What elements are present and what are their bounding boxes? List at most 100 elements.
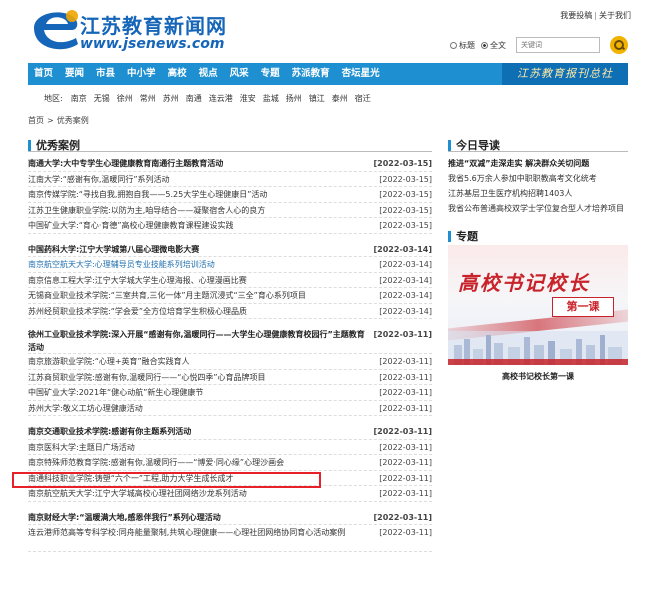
- radio-title[interactable]: 标题: [450, 40, 475, 51]
- case-title[interactable]: 连云港师范高等专科学校:同舟能量聚制,共筑心理健康——心理社团网络协同育心活动案…: [28, 526, 372, 539]
- case-row[interactable]: 无锡商业职业技术学院:“三室共育,三化一体”月主题沉浸式“三全”育心系列项目 [2…: [28, 288, 432, 304]
- case-date: [2022-03-14]: [379, 306, 432, 316]
- case-row[interactable]: 南京特殊师范教育学院:感谢有你,温暖同行——“博爱·同心缘”心理沙画会 [2022…: [28, 455, 432, 471]
- case-group: 南通大学:大中专学生心理健康教育南通行主题教育活动 [2022-03-15] 江南大…: [28, 156, 432, 234]
- case-group-head[interactable]: 南通大学:大中专学生心理健康教育南通行主题教育活动 [2022-03-15]: [28, 156, 432, 172]
- case-title[interactable]: 南京特殊师范教育学院:感谢有你,温暖同行——“博爱·同心缘”心理沙画会: [28, 455, 372, 471]
- nav-item-schools[interactable]: 中小学: [121, 63, 162, 85]
- case-title[interactable]: 南京医科大学:主题日广场活动: [28, 440, 372, 456]
- nav-item-viewpoint[interactable]: 视点: [193, 63, 224, 85]
- case-row[interactable]: 南京信息工程大学:江宁大学城大学生心理海报、心理漫画比赛 [2022-03-14]: [28, 273, 432, 289]
- region-link[interactable]: 泰州: [332, 93, 348, 104]
- case-title[interactable]: 江南大学:“感谢有你,温暖同行”系列活动: [28, 172, 372, 188]
- section-marker: [448, 139, 451, 151]
- case-group: 南京交通职业技术学院:感谢有你主题系列活动 [2022-03-11] 南京医科大学:…: [28, 424, 432, 502]
- region-link[interactable]: 镇江: [309, 93, 325, 104]
- nav-item-universities[interactable]: 高校: [162, 63, 193, 85]
- section-marker: [448, 230, 451, 242]
- contribute-link[interactable]: 我要投稿: [560, 11, 592, 20]
- case-date: [2022-03-11]: [379, 528, 432, 537]
- today-news-item[interactable]: 我省公布普通高校双学士学位复合型人才培养项目: [448, 201, 628, 216]
- today-news-item[interactable]: 江苏基层卫生医疗机构招聘1403人: [448, 186, 628, 201]
- case-title[interactable]: 江苏卫生健康职业学院:以防为主,咱导结合——凝聚宿舍人心的良方: [28, 203, 372, 219]
- case-row[interactable]: 中国矿业大学:“育心·育德”高校心理健康教育课程建设实践 [2022-03-15]: [28, 218, 432, 234]
- site-header: 江苏教育新闻网 www.jsenews.com 我要投稿 | 关于我们 标题 全文: [0, 0, 653, 60]
- case-date: [2022-03-14]: [373, 244, 432, 254]
- case-title[interactable]: 南京财经大学:“温暖满大地,感恩伴我行”系列心理活动: [28, 510, 372, 526]
- site-logo-icon[interactable]: [28, 6, 84, 54]
- radio-dot[interactable]: [481, 41, 488, 49]
- case-row[interactable]: 中国矿业大学:2021年“健心动航”新生心理健康节 [2022-03-11]: [28, 385, 432, 401]
- case-title[interactable]: 南京信息工程大学:江宁大学城大学生心理海报、心理漫画比赛: [28, 273, 372, 289]
- nav-item-style[interactable]: 风采: [224, 63, 255, 85]
- case-group-head[interactable]: 徐州工业职业技术学院:深入开展“感谢有你,温暖同行——大学生心理健康教育校园行”…: [28, 327, 432, 354]
- case-title[interactable]: 南京旅游职业学院:“心理+英育”融合实践育人: [28, 354, 372, 370]
- case-date: [2022-03-11]: [379, 403, 432, 413]
- separator: |: [594, 11, 597, 20]
- about-link[interactable]: 关于我们: [599, 11, 631, 20]
- region-link[interactable]: 苏州: [163, 93, 179, 104]
- special-image[interactable]: 高校书记校长 第一课: [448, 245, 628, 365]
- site-name[interactable]: 江苏教育新闻网: [80, 10, 227, 39]
- case-title[interactable]: 苏州大学:敬义工坊心理健康活动: [28, 401, 372, 417]
- nav-item-cities[interactable]: 市县: [90, 63, 121, 85]
- case-row[interactable]: 苏州经贸职业技术学院:“学会爱”全方位培育学生积极心理品质 [2022-03-14…: [28, 304, 432, 320]
- case-row[interactable]: 江苏卫生健康职业学院:以防为主,咱导结合——凝聚宿舍人心的良方 [2022-03-…: [28, 203, 432, 219]
- special-image-title: 高校书记校长: [458, 271, 590, 295]
- nav-item-news[interactable]: 要闻: [59, 63, 90, 85]
- case-title[interactable]: 南京航空航天大学:心理辅导员专业技能系列培训活动: [28, 257, 372, 273]
- case-group-head[interactable]: 南京财经大学:“温暖满大地,感恩伴我行”系列心理活动 [2022-03-11]: [28, 510, 432, 526]
- region-link[interactable]: 无锡: [94, 93, 110, 104]
- search-input[interactable]: [516, 37, 600, 53]
- case-row[interactable]: 南京传媒学院:“寻找自我,拥抱自我——5.25大学生心理健康日”活动 [2022-…: [28, 187, 432, 203]
- region-link[interactable]: 淮安: [240, 93, 256, 104]
- region-link[interactable]: 扬州: [286, 93, 302, 104]
- case-row[interactable]: 苏州大学:敬义工坊心理健康活动 [2022-03-11]: [28, 401, 432, 417]
- radio-dot[interactable]: [450, 41, 457, 49]
- case-row[interactable]: 南京旅游职业学院:“心理+英育”融合实践育人 [2022-03-11]: [28, 354, 432, 370]
- case-title[interactable]: 无锡商业职业技术学院:“三室共育,三化一体”月主题沉浸式“三全”育心系列项目: [28, 288, 372, 304]
- case-row[interactable]: 南京航空航天大学:心理辅导员专业技能系列培训活动 [2022-03-14]: [28, 257, 432, 273]
- nav-item-topics[interactable]: 专题: [255, 63, 286, 85]
- case-title[interactable]: 江苏商贸职业学院:感谢有你,温暖同行——“心悦四季”心育品牌项目: [28, 370, 372, 386]
- case-group-head[interactable]: 南京交通职业技术学院:感谢有你主题系列活动 [2022-03-11]: [28, 424, 432, 440]
- case-group-head[interactable]: 中国药科大学:江宁大学城第八届心理微电影大赛 [2022-03-14]: [28, 242, 432, 258]
- case-row[interactable]: 南京航空航天大学:江宁大学城高校心理社团网络沙龙系列活动 [2022-03-11]: [28, 486, 432, 502]
- region-link[interactable]: 常州: [140, 93, 156, 104]
- breadcrumb-home[interactable]: 首页: [28, 116, 44, 125]
- case-row[interactable]: 江南大学:“感谢有你,温暖同行”系列活动 [2022-03-15]: [28, 172, 432, 188]
- nav-item-stars[interactable]: 杏坛星光: [336, 63, 386, 85]
- special-caption[interactable]: 高校书记校长第一课: [448, 371, 628, 382]
- nav-item-home[interactable]: 首页: [28, 63, 59, 85]
- region-link[interactable]: 宿迁: [355, 93, 371, 104]
- case-row[interactable]: 江苏商贸职业学院:感谢有你,温暖同行——“心悦四季”心育品牌项目 [2022-03…: [28, 370, 432, 386]
- case-title[interactable]: 南通大学:大中专学生心理健康教育南通行主题教育活动: [28, 156, 372, 172]
- radio-full[interactable]: 全文: [481, 40, 506, 51]
- separator: >: [47, 116, 54, 125]
- region-link[interactable]: 徐州: [117, 93, 133, 104]
- site-url[interactable]: www.jsenews.com: [80, 36, 224, 52]
- case-date: [2022-03-15]: [373, 159, 432, 168]
- case-title[interactable]: 中国矿业大学:2021年“健心动航”新生心理健康节: [28, 385, 372, 401]
- region-link[interactable]: 连云港: [209, 93, 233, 104]
- case-title[interactable]: 徐州工业职业技术学院:深入开展“感谢有你,温暖同行——大学生心理健康教育校园行”…: [28, 328, 372, 354]
- case-date: [2022-03-14]: [379, 260, 432, 269]
- case-title[interactable]: 中国药科大学:江宁大学城第八届心理微电影大赛: [28, 242, 372, 258]
- region-link[interactable]: 南京: [71, 93, 87, 104]
- today-news-item[interactable]: 推进“双减”走深走实 解决群众关切问题: [448, 156, 628, 171]
- case-title[interactable]: 中国矿业大学:“育心·育德”高校心理健康教育课程建设实践: [28, 218, 372, 234]
- case-date: [2022-03-14]: [379, 291, 432, 300]
- case-row[interactable]: 连云港师范高等专科学校:同舟能量聚制,共筑心理健康——心理社团网络协同育心活动案…: [28, 525, 432, 552]
- case-title[interactable]: 南京传媒学院:“寻找自我,拥抱自我——5.25大学生心理健康日”活动: [28, 187, 372, 203]
- search-icon[interactable]: [610, 36, 628, 54]
- region-link[interactable]: 盐城: [263, 93, 279, 104]
- case-title[interactable]: 苏州经贸职业技术学院:“学会爱”全方位培育学生积极心理品质: [28, 304, 372, 320]
- region-link[interactable]: 南通: [186, 93, 202, 104]
- case-title[interactable]: 南京交通职业技术学院:感谢有你主题系列活动: [28, 424, 372, 440]
- press-banner[interactable]: 江苏教育报刊总社: [502, 63, 628, 85]
- breadcrumb-current[interactable]: 优秀案例: [57, 116, 89, 125]
- case-row[interactable]: 南京医科大学:主题日广场活动 [2022-03-11]: [28, 440, 432, 456]
- case-title[interactable]: 南京航空航天大学:江宁大学城高校心理社团网络沙龙系列活动: [28, 486, 372, 502]
- nav-item-supai[interactable]: 苏派教育: [286, 63, 336, 85]
- today-news-item[interactable]: 我省5.6万余人参加中职职教高考文化统考: [448, 171, 628, 186]
